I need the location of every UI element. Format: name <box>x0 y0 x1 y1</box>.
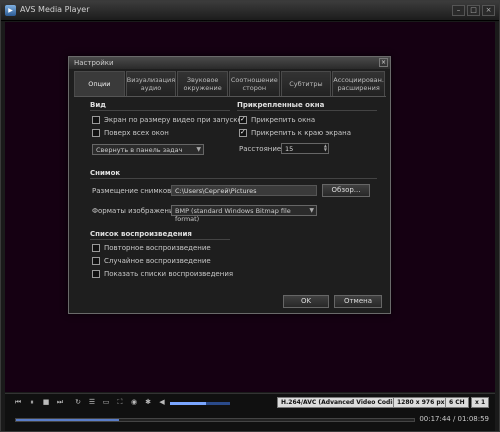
shuffle-option[interactable]: Случайное воспроизведение <box>92 257 211 265</box>
resolution-badge: 1280 x 976 px <box>393 397 449 408</box>
tab-file-associations[interactable]: Ассоциирован. расширения <box>332 71 385 96</box>
tab-options[interactable]: Опции <box>74 71 125 96</box>
shuffle-checkbox[interactable] <box>92 257 100 265</box>
attach-windows-checkbox[interactable] <box>239 115 247 124</box>
maximize-button[interactable]: □ <box>467 5 480 16</box>
fit-video-option[interactable]: Экран по размеру видео при запуске <box>92 116 242 124</box>
on-top-option[interactable]: Поверх всех окон <box>92 129 169 137</box>
attach-windows-option[interactable]: Прикрепить окна <box>239 115 316 124</box>
previous-icon[interactable]: ⏮ <box>13 398 23 407</box>
channels-badge: 6 CH <box>445 397 469 408</box>
repeat-checkbox[interactable] <box>92 244 100 252</box>
minimize-button[interactable]: – <box>452 5 465 16</box>
playlist-group-title: Список воспроизведения <box>90 230 192 238</box>
spinner-arrows-icon[interactable]: ▲ ▼ <box>324 144 327 152</box>
on-top-label: Поверх всех окон <box>104 129 169 137</box>
stop-icon[interactable]: ■ <box>41 398 51 407</box>
attach-edge-option[interactable]: Прикрепить к краю экрана <box>239 128 351 137</box>
dialog-close-icon[interactable]: × <box>379 58 388 67</box>
fullscreen-icon[interactable]: ⛶ <box>115 398 125 407</box>
attach-edge-checkbox[interactable] <box>239 128 247 137</box>
settings-dialog: Настройки × Опции Визуализация аудио Зву… <box>68 56 391 314</box>
repeat-icon[interactable]: ↻ <box>73 398 83 407</box>
subtitles-icon[interactable]: ▭ <box>101 398 111 407</box>
time-display: 00:17:44 / 01:08:59 <box>419 415 489 423</box>
settings-icon[interactable]: ✱ <box>143 398 153 407</box>
fit-video-label: Экран по размеру видео при запуске <box>104 116 242 124</box>
image-format-select[interactable]: BMP (standard Windows Bitmap file format… <box>171 205 317 223</box>
tab-audio-visualization[interactable]: Визуализация аудио <box>125 71 177 96</box>
close-window-button[interactable]: × <box>482 5 495 16</box>
shuffle-label: Случайное воспроизведение <box>104 257 211 265</box>
repeat-option[interactable]: Повторное воспроизведение <box>92 244 211 252</box>
volume-icon[interactable]: ◀ <box>157 398 167 407</box>
distance-label: Расстояние: <box>239 145 284 153</box>
dialog-title: Настройки <box>69 57 390 69</box>
show-playlists-checkbox[interactable] <box>92 270 100 278</box>
snapshot-icon[interactable]: ◉ <box>129 398 139 407</box>
attach-edge-label: Прикрепить к краю экрана <box>251 129 351 137</box>
seek-bar[interactable] <box>15 418 415 422</box>
snapshot-divider <box>90 178 377 179</box>
codec-badge: H.264/AVC (Advanced Video Coding) <box>277 397 408 408</box>
pause-icon[interactable]: ⏸ <box>27 398 37 407</box>
tab-aspect-ratio[interactable]: Соотношение сторон <box>228 71 280 96</box>
docked-group-title: Прикрепленные окна <box>237 101 325 109</box>
snapshot-location-label: Размещение снимков: <box>92 187 174 195</box>
playlist-divider <box>90 239 230 240</box>
seek-progress <box>16 419 120 421</box>
repeat-label: Повторное воспроизведение <box>104 244 211 252</box>
minimize-select[interactable]: Свернуть в панель задач ▼ <box>92 144 204 155</box>
on-top-checkbox[interactable] <box>92 129 100 137</box>
ok-button[interactable]: OK <box>283 295 329 308</box>
player-window: ▶ AVS Media Player – □ × Настройки × Опц… <box>0 0 500 432</box>
speed-badge[interactable]: x 1 <box>471 397 490 408</box>
cancel-button[interactable]: Отмена <box>334 295 382 308</box>
docked-divider <box>237 110 377 111</box>
volume-slider[interactable] <box>170 402 230 405</box>
fit-video-checkbox[interactable] <box>92 116 100 124</box>
snapshot-location-input[interactable]: C:\Users\Сергей\Pictures <box>171 185 317 196</box>
tab-subtitles[interactable]: Субтитры <box>280 71 332 96</box>
playlist-icon[interactable]: ☰ <box>87 398 97 407</box>
browse-button[interactable]: Обзор... <box>322 184 370 197</box>
tab-sound-environment[interactable]: Звуковое окружение <box>177 71 228 96</box>
snapshot-group-title: Снимок <box>90 169 121 177</box>
image-format-label: Форматы изображений: <box>92 207 181 215</box>
control-bar: ⏮ ⏸ ■ ⏭ ↻ ☰ ▭ ⛶ ◉ ✱ ◀ H.264/AVC (Advance… <box>5 393 495 431</box>
options-panel: Вид Экран по размеру видео при запуске П… <box>74 97 386 297</box>
show-playlists-label: Показать списки воспроизведения <box>104 270 234 278</box>
chevron-down-icon: ▼ <box>196 146 201 153</box>
attach-windows-label: Прикрепить окна <box>251 116 316 124</box>
distance-value: 15 <box>285 145 294 153</box>
settings-tabs: Опции Визуализация аудио Звуковое окруже… <box>74 71 386 97</box>
image-format-value: BMP (standard Windows Bitmap file format… <box>175 207 291 223</box>
chevron-down-icon: ▼ <box>309 207 314 214</box>
next-icon[interactable]: ⏭ <box>55 398 65 407</box>
distance-spinner[interactable]: 15 ▲ ▼ <box>281 143 329 154</box>
title-bar[interactable]: ▶ AVS Media Player – □ × <box>1 1 499 21</box>
volume-fill <box>170 402 206 405</box>
view-divider <box>90 110 230 111</box>
view-group-title: Вид <box>90 101 106 109</box>
minimize-select-value: Свернуть в панель задач <box>96 146 183 154</box>
window-title: AVS Media Player <box>20 5 90 14</box>
app-logo-icon: ▶ <box>5 5 16 16</box>
show-playlists-option[interactable]: Показать списки воспроизведения <box>92 270 233 278</box>
